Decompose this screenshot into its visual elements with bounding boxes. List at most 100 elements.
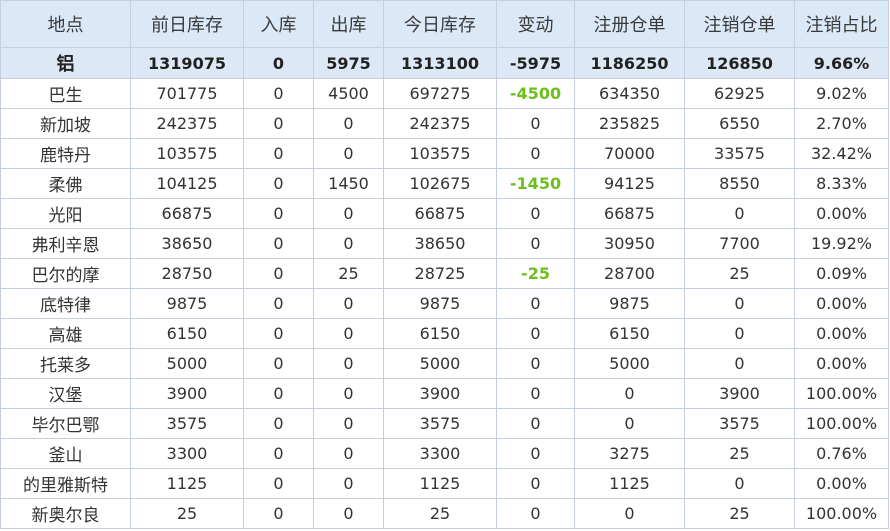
cell-outbound: 0: [313, 378, 384, 409]
cell-inbound: 0: [243, 78, 314, 109]
cell-outbound: 5975: [313, 47, 384, 79]
cell-change: 0: [496, 378, 575, 409]
cell-prev-stock: 3900: [130, 378, 244, 409]
cell-prev-stock: 9875: [130, 288, 244, 319]
cell-cancelled-warrants: 3900: [684, 378, 795, 409]
cell-inbound: 0: [243, 168, 314, 199]
cell-today-stock: 1313100: [383, 47, 497, 79]
cell-registered-warrants: 0: [574, 408, 685, 439]
cell-change: -25: [496, 258, 575, 289]
table-row: 汉堡 3900 0 0 3900 0 0 3900 100.00%: [0, 378, 889, 409]
cell-prev-stock: 103575: [130, 138, 244, 169]
cell-registered-warrants: 94125: [574, 168, 685, 199]
table-row: 高雄 6150 0 0 6150 0 6150 0 0.00%: [0, 318, 889, 349]
cell-cancelled-ratio: 9.02%: [794, 78, 889, 109]
table-row: 新奥尔良 25 0 0 25 0 0 25 100.00%: [0, 498, 889, 529]
cell-registered-warrants: 0: [574, 498, 685, 529]
cell-inbound: 0: [243, 47, 314, 79]
cell-cancelled-ratio: 2.70%: [794, 108, 889, 139]
cell-registered-warrants: 634350: [574, 78, 685, 109]
cell-cancelled-ratio: 0.76%: [794, 438, 889, 469]
cell-change: 0: [496, 318, 575, 349]
cell-prev-stock: 3575: [130, 408, 244, 439]
cell-location: 汉堡: [0, 378, 131, 409]
cell-change: 0: [496, 438, 575, 469]
cell-outbound: 0: [313, 468, 384, 499]
cell-change: -1450: [496, 168, 575, 199]
cell-registered-warrants: 1125: [574, 468, 685, 499]
cell-today-stock: 103575: [383, 138, 497, 169]
cell-location: 高雄: [0, 318, 131, 349]
cell-outbound: 0: [313, 438, 384, 469]
cell-cancelled-ratio: 19.92%: [794, 228, 889, 259]
cell-today-stock: 6150: [383, 318, 497, 349]
cell-cancelled-ratio: 0.00%: [794, 468, 889, 499]
cell-prev-stock: 38650: [130, 228, 244, 259]
cell-prev-stock: 25: [130, 498, 244, 529]
cell-registered-warrants: 5000: [574, 348, 685, 379]
header-inbound: 入库: [243, 0, 314, 48]
cell-prev-stock: 3300: [130, 438, 244, 469]
cell-cancelled-warrants: 25: [684, 498, 795, 529]
cell-outbound: 0: [313, 228, 384, 259]
cell-registered-warrants: 28700: [574, 258, 685, 289]
cell-cancelled-ratio: 100.00%: [794, 498, 889, 529]
cell-cancelled-warrants: 0: [684, 288, 795, 319]
header-location: 地点: [0, 0, 131, 48]
cell-location: 巴尔的摩: [0, 258, 131, 289]
cell-cancelled-ratio: 100.00%: [794, 378, 889, 409]
header-cancelled-ratio: 注销占比: [794, 0, 889, 48]
cell-change: 0: [496, 108, 575, 139]
cell-today-stock: 25: [383, 498, 497, 529]
cell-change: 0: [496, 198, 575, 229]
cell-location: 底特律: [0, 288, 131, 319]
cell-change: 0: [496, 228, 575, 259]
cell-inbound: 0: [243, 138, 314, 169]
table-row: 鹿特丹 103575 0 0 103575 0 70000 33575 32.42%: [0, 138, 889, 169]
cell-location: 的里雅斯特: [0, 468, 131, 499]
cell-prev-stock: 28750: [130, 258, 244, 289]
cell-cancelled-warrants: 0: [684, 318, 795, 349]
cell-cancelled-warrants: 8550: [684, 168, 795, 199]
header-change: 变动: [496, 0, 575, 48]
cell-location: 巴生: [0, 78, 131, 109]
cell-registered-warrants: 30950: [574, 228, 685, 259]
cell-prev-stock: 242375: [130, 108, 244, 139]
cell-today-stock: 5000: [383, 348, 497, 379]
cell-today-stock: 66875: [383, 198, 497, 229]
table-row: 底特律 9875 0 0 9875 0 9875 0 0.00%: [0, 288, 889, 319]
cell-location: 柔佛: [0, 168, 131, 199]
cell-registered-warrants: 235825: [574, 108, 685, 139]
cell-outbound: 0: [313, 198, 384, 229]
cell-change: -4500: [496, 78, 575, 109]
cell-location: 釜山: [0, 438, 131, 469]
cell-outbound: 0: [313, 318, 384, 349]
header-prev-stock: 前日库存: [130, 0, 244, 48]
cell-inbound: 0: [243, 288, 314, 319]
cell-outbound: 0: [313, 498, 384, 529]
header-cancelled-warrants: 注销仓单: [684, 0, 795, 48]
cell-prev-stock: 1125: [130, 468, 244, 499]
cell-today-stock: 9875: [383, 288, 497, 319]
cell-inbound: 0: [243, 318, 314, 349]
header-outbound: 出库: [313, 0, 384, 48]
header-registered-warrants: 注册仓单: [574, 0, 685, 48]
cell-outbound: 0: [313, 288, 384, 319]
cell-prev-stock: 66875: [130, 198, 244, 229]
cell-outbound: 25: [313, 258, 384, 289]
cell-change: -5975: [496, 47, 575, 79]
header-row: 地点 前日库存 入库 出库 今日库存 变动 注册仓单 注销仓单 注销占比: [0, 0, 889, 48]
cell-cancelled-warrants: 3575: [684, 408, 795, 439]
cell-today-stock: 38650: [383, 228, 497, 259]
cell-registered-warrants: 3275: [574, 438, 685, 469]
cell-outbound: 0: [313, 348, 384, 379]
cell-inbound: 0: [243, 348, 314, 379]
cell-cancelled-ratio: 0.00%: [794, 198, 889, 229]
cell-prev-stock: 5000: [130, 348, 244, 379]
table-row: 光阳 66875 0 0 66875 0 66875 0 0.00%: [0, 198, 889, 229]
cell-cancelled-warrants: 6550: [684, 108, 795, 139]
cell-today-stock: 28725: [383, 258, 497, 289]
table-row: 巴尔的摩 28750 0 25 28725 -25 28700 25 0.09%: [0, 258, 889, 289]
cell-change: 0: [496, 468, 575, 499]
cell-cancelled-ratio: 32.42%: [794, 138, 889, 169]
